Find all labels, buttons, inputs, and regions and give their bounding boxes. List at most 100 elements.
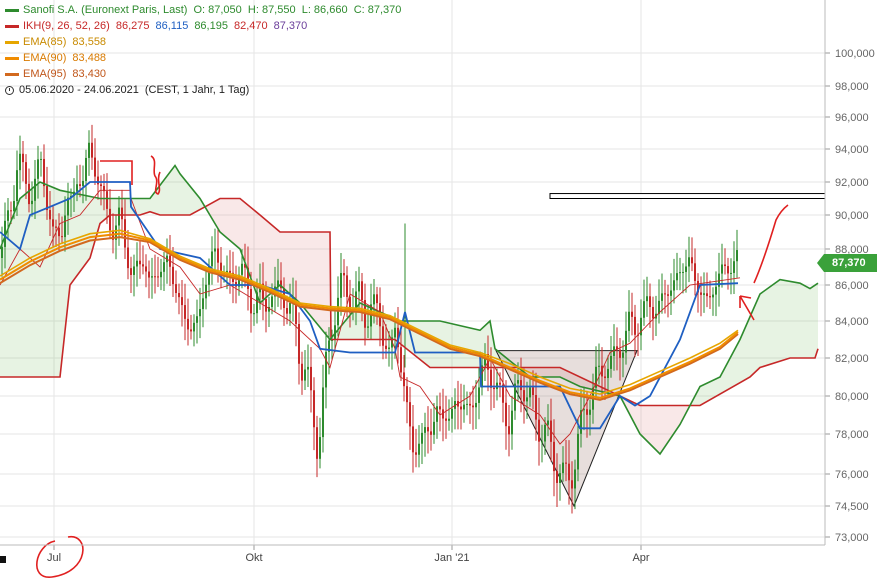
candle-body bbox=[10, 210, 12, 211]
cloud-segment bbox=[436, 321, 438, 368]
candle-body bbox=[199, 309, 201, 316]
candle-body bbox=[724, 264, 726, 266]
candle-body bbox=[463, 405, 465, 410]
candle-body bbox=[286, 308, 288, 314]
cloud-segment bbox=[800, 283, 802, 358]
candle-body bbox=[598, 366, 600, 367]
cloud-segment bbox=[646, 406, 648, 443]
cloud-segment bbox=[794, 282, 796, 358]
cloud-segment bbox=[268, 222, 270, 296]
candle-body bbox=[628, 312, 630, 331]
candle-body bbox=[376, 294, 378, 303]
cloud-segment bbox=[662, 406, 664, 452]
cloud-segment bbox=[24, 194, 26, 377]
cloud-segment bbox=[746, 321, 748, 379]
candle-body bbox=[412, 426, 414, 452]
cloud-segment bbox=[238, 199, 240, 250]
candle-body bbox=[673, 280, 675, 290]
cloud-segment bbox=[808, 288, 810, 358]
candle-body bbox=[76, 184, 78, 191]
cloud-segment bbox=[772, 284, 774, 364]
candle-body bbox=[34, 179, 36, 201]
candle-body bbox=[439, 406, 441, 409]
cloud-segment bbox=[230, 199, 232, 243]
candle-body bbox=[688, 257, 690, 266]
candle-body bbox=[148, 272, 150, 278]
candle-body bbox=[433, 422, 435, 435]
candle-body bbox=[13, 201, 15, 211]
y-tick-label: 82,000 bbox=[835, 353, 869, 365]
candle-body bbox=[118, 208, 120, 226]
candle-body bbox=[427, 427, 429, 431]
cloud-segment bbox=[660, 406, 662, 455]
legend-ema95-label: EMA(95) bbox=[23, 66, 66, 82]
cloud-segment bbox=[12, 213, 14, 377]
candle-body bbox=[241, 264, 243, 275]
candle-body bbox=[178, 293, 180, 297]
candle-body bbox=[139, 261, 141, 265]
cloud-segment bbox=[112, 199, 114, 216]
candle-body bbox=[733, 261, 735, 273]
candle-body bbox=[448, 419, 450, 421]
candle-body bbox=[25, 162, 27, 184]
candle-body bbox=[679, 272, 681, 273]
legend-swatch bbox=[5, 73, 19, 76]
cloud-segment bbox=[184, 179, 186, 215]
legend-ema90-row: EMA(90) 83,488 bbox=[5, 50, 401, 66]
candle-body bbox=[547, 421, 549, 425]
y-tick-label: 73,000 bbox=[835, 532, 869, 544]
cloud-segment bbox=[792, 282, 794, 358]
cloud-segment bbox=[62, 191, 64, 358]
cloud-segment bbox=[430, 321, 432, 368]
cloud-segment bbox=[778, 280, 780, 362]
cloud-segment bbox=[88, 196, 90, 261]
candle-body bbox=[361, 281, 363, 300]
legend-ema90-value: 83,488 bbox=[72, 50, 106, 66]
cloud-segment bbox=[712, 380, 714, 399]
cloud-segment bbox=[144, 199, 146, 214]
cloud-segment bbox=[6, 229, 8, 377]
cloud-segment bbox=[218, 199, 220, 233]
cloud-segment bbox=[146, 199, 148, 214]
legend-ema95-value: 83,430 bbox=[72, 66, 106, 82]
cloud-segment bbox=[472, 328, 474, 367]
candle-body bbox=[91, 143, 93, 158]
candle-body bbox=[37, 159, 39, 178]
candle-body bbox=[589, 410, 591, 415]
candle-body bbox=[121, 208, 123, 220]
candle-body bbox=[304, 370, 306, 381]
candle-body bbox=[574, 469, 576, 488]
candle-body bbox=[310, 367, 312, 390]
cloud-segment bbox=[82, 195, 84, 269]
cloud-segment bbox=[670, 406, 672, 440]
legend-ema85-label: EMA(85) bbox=[23, 34, 66, 50]
cloud-segment bbox=[736, 343, 738, 385]
candle-body bbox=[649, 296, 651, 307]
cloud-segment bbox=[232, 199, 234, 244]
candle-body bbox=[55, 227, 57, 228]
cloud-segment bbox=[78, 194, 80, 274]
candle-body bbox=[631, 312, 633, 317]
candle-body bbox=[685, 266, 687, 272]
cloud-segment bbox=[178, 170, 180, 215]
cloud-segment bbox=[702, 385, 704, 405]
cloud-segment bbox=[700, 386, 702, 406]
cloud-segment bbox=[810, 287, 812, 358]
cloud-segment bbox=[730, 354, 732, 388]
candle-body bbox=[196, 316, 198, 323]
cloud-segment bbox=[754, 303, 756, 373]
candle-body bbox=[553, 442, 555, 471]
clock-icon bbox=[5, 86, 14, 95]
candle-body bbox=[625, 331, 627, 353]
cloud-segment bbox=[776, 281, 778, 362]
candle-body bbox=[511, 411, 513, 435]
y-tick-label: 100,000 bbox=[835, 48, 875, 60]
candle-body bbox=[475, 403, 477, 407]
senkou-span-b-line bbox=[0, 199, 818, 406]
cloud-segment bbox=[782, 280, 784, 361]
candle-body bbox=[49, 210, 51, 219]
candle-body bbox=[634, 317, 636, 335]
candle-body bbox=[682, 272, 684, 273]
candle-body bbox=[253, 313, 255, 314]
cloud-segment bbox=[228, 199, 230, 241]
